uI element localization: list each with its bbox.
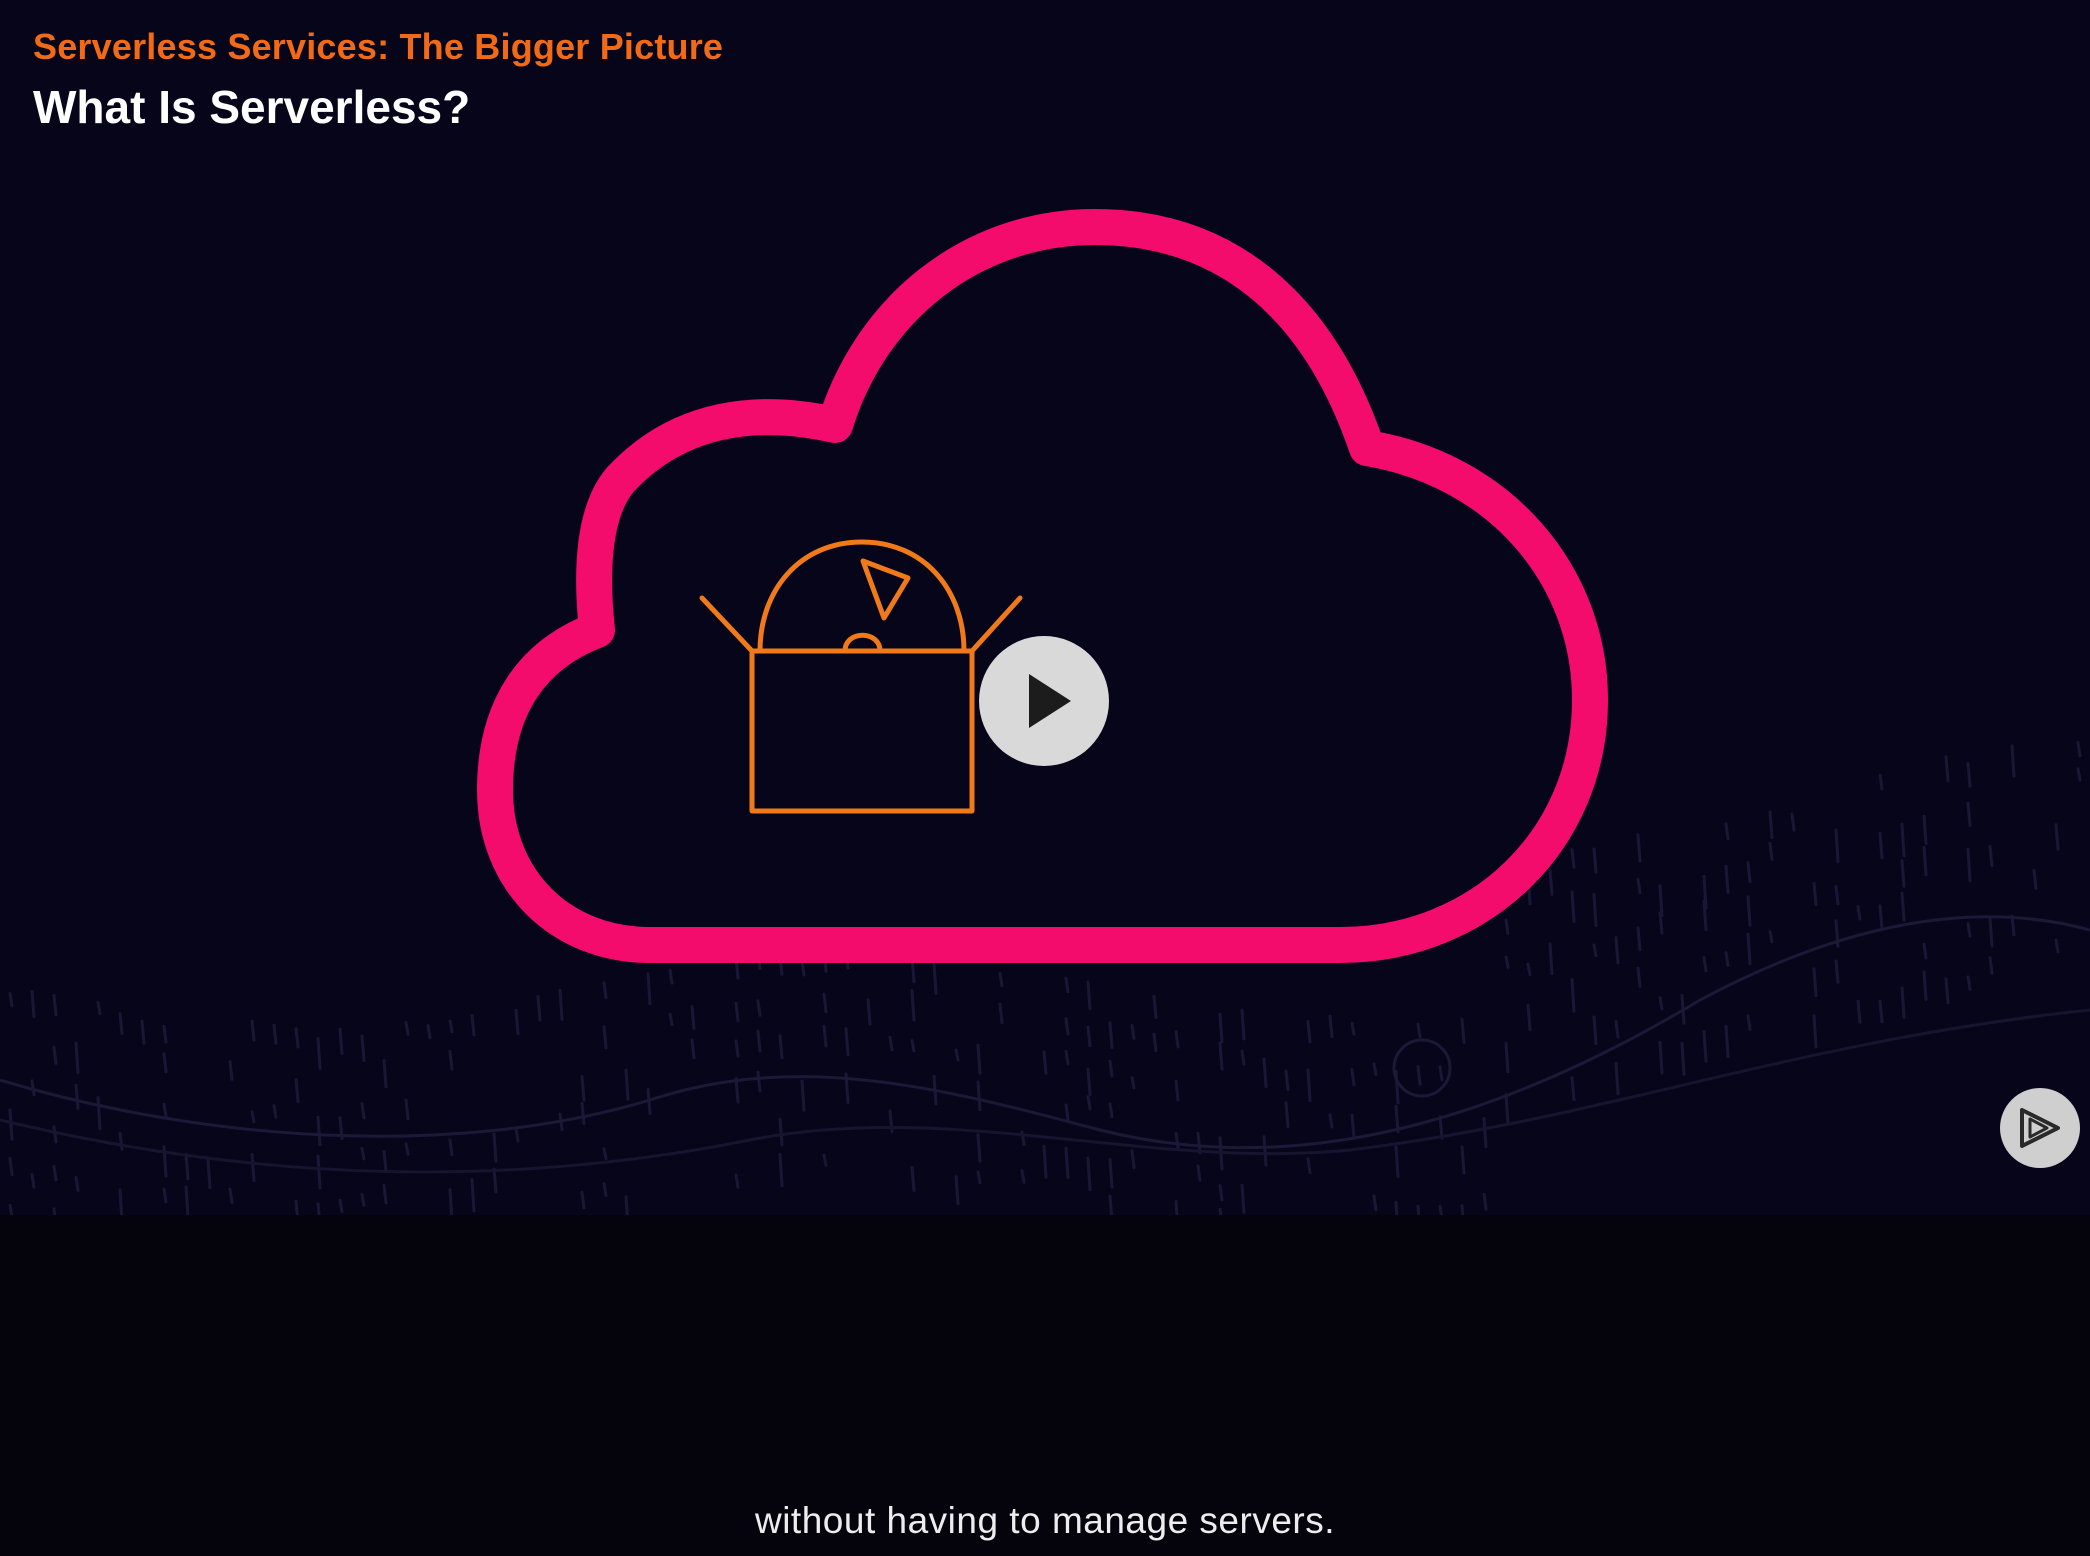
caption-text: without having to manage servers.	[754, 1500, 1336, 1541]
play-button[interactable]	[979, 636, 1109, 766]
cloud-icon	[477, 209, 1608, 963]
open-box-icon	[699, 539, 1023, 814]
pluralsight-play-icon	[2020, 1108, 2060, 1148]
brand-badge-button[interactable]	[2000, 1088, 2080, 1168]
video-player[interactable]: Serverless Services: The Bigger Picture …	[0, 0, 2090, 1556]
serverless-illustration	[477, 209, 1608, 963]
play-icon	[1029, 674, 1071, 728]
course-title: Serverless Services: The Bigger Picture	[33, 26, 724, 67]
video-frame: Serverless Services: The Bigger Picture …	[0, 0, 2090, 1215]
module-title: What Is Serverless?	[33, 81, 471, 133]
